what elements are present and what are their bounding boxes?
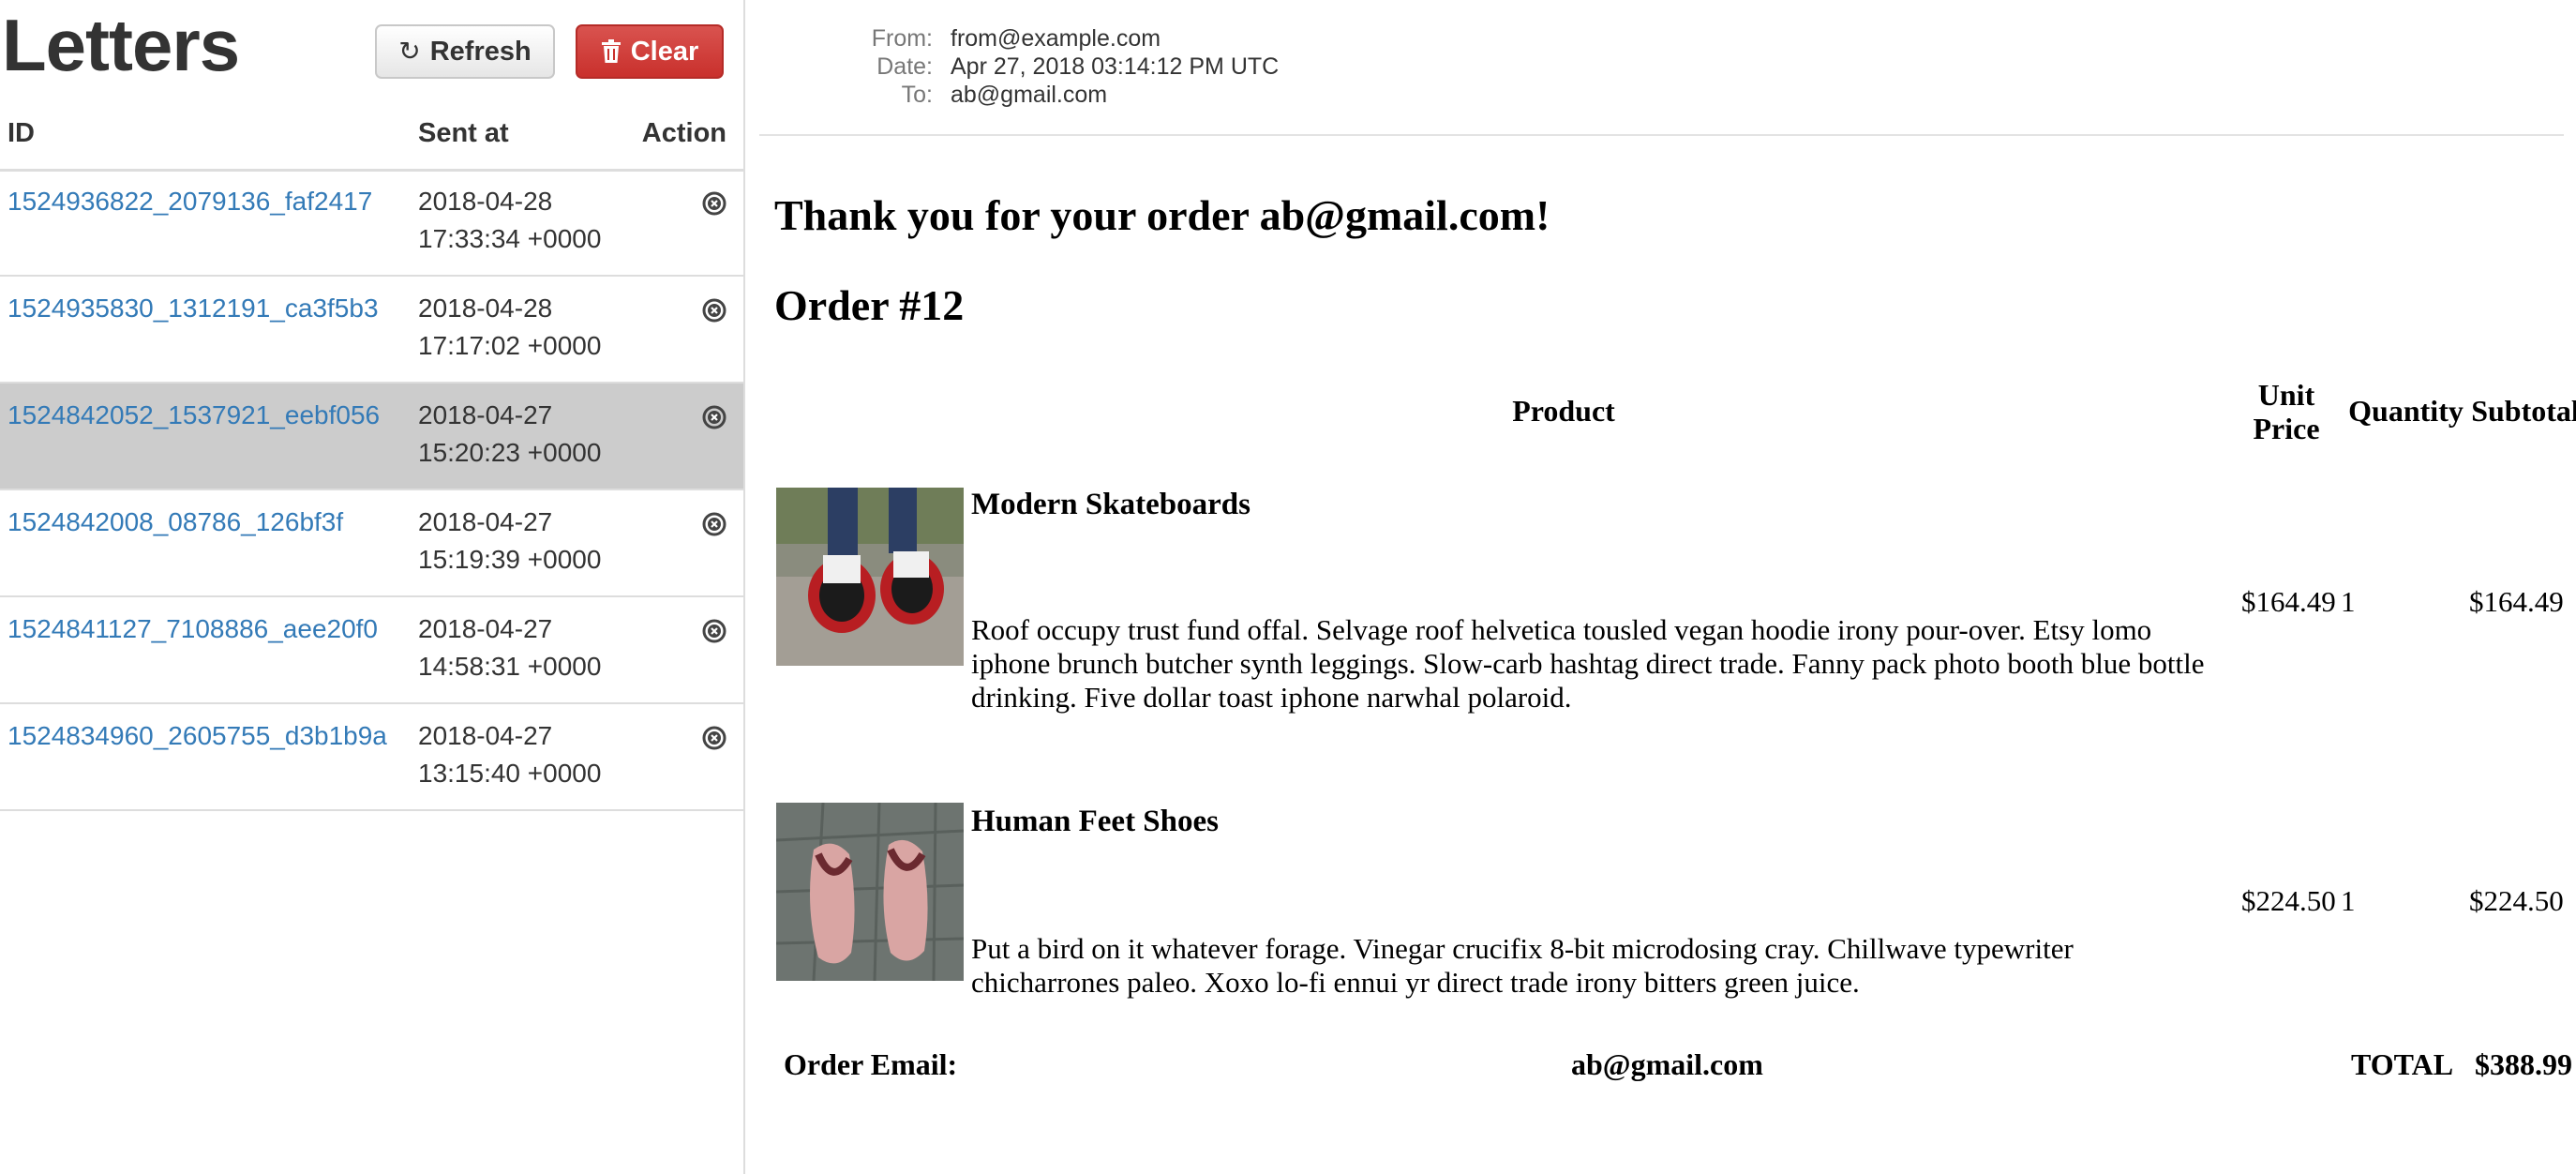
- delete-icon[interactable]: [702, 616, 726, 643]
- sent-time: 13:15:40 +0000: [418, 759, 602, 788]
- order-email-value: ab@gmail.com: [1571, 1047, 1763, 1081]
- delete-icon[interactable]: [702, 509, 726, 536]
- table-row[interactable]: 1524834960_2605755_d3b1b9a 2018-04-27 13…: [0, 704, 743, 811]
- sent-time: 14:58:31 +0000: [418, 652, 602, 681]
- to-label: To:: [901, 82, 933, 108]
- product-name: Modern Skateboards: [971, 488, 1251, 521]
- table-row[interactable]: 1524936822_2079136_faf2417 2018-04-28 17…: [0, 170, 743, 277]
- product-name: Human Feet Shoes: [971, 805, 1219, 838]
- letter-link[interactable]: 1524935830_1312191_ca3f5b3: [7, 290, 379, 327]
- price-label: Price: [2253, 412, 2320, 445]
- order-title: Order #12: [774, 281, 965, 329]
- sent-time: 15:20:23 +0000: [418, 438, 602, 467]
- delete-icon[interactable]: [702, 295, 726, 323]
- date-label: Date:: [876, 53, 933, 80]
- letter-link[interactable]: 1524842052_1537921_eebf056: [7, 397, 380, 434]
- date-value: Apr 27, 2018 03:14:12 PM UTC: [951, 53, 1280, 80]
- unit-label: Unit: [2257, 378, 2315, 412]
- delete-icon[interactable]: [702, 188, 726, 216]
- column-action: Action: [641, 118, 726, 148]
- header-date: Date: Apr 27, 2018 03:14:12 PM UTC: [745, 53, 2576, 81]
- letter-link[interactable]: 1524834960_2605755_d3b1b9a: [7, 717, 387, 755]
- trash-icon: [601, 39, 622, 64]
- product-description: Roof occupy trust fund offal. Selvage ro…: [971, 613, 2205, 714]
- refresh-label: Refresh: [429, 36, 532, 67]
- header-divider: [759, 134, 2564, 136]
- letters-list: 1524936822_2079136_faf2417 2018-04-28 17…: [0, 170, 743, 811]
- letters-sidebar: Letters ↻ Refresh Clear ID Sent at Actio…: [0, 0, 745, 1174]
- product-image-skateboards: [776, 488, 964, 666]
- sent-date: 2018-04-27: [418, 507, 553, 536]
- sent-time: 17:17:02 +0000: [418, 331, 602, 360]
- quantity: 1: [2341, 585, 2356, 618]
- letter-link[interactable]: 1524842008_08786_126bf3f: [7, 504, 343, 541]
- table-row[interactable]: 1524842008_08786_126bf3f 2018-04-27 15:1…: [0, 490, 743, 597]
- product-image-feet-shoes: [776, 803, 964, 981]
- delete-icon[interactable]: [702, 723, 726, 750]
- header-from: From: from@example.com: [745, 24, 2576, 53]
- sent-date: 2018-04-27: [418, 614, 553, 643]
- total-value: $388.99: [2475, 1047, 2572, 1081]
- order-item: Human Feet Shoes Put a bird on it whatev…: [774, 803, 2564, 1039]
- clear-label: Clear: [630, 36, 699, 67]
- product-description: Put a bird on it whatever forage. Vinega…: [971, 932, 2074, 999]
- from-label: From:: [871, 25, 933, 52]
- quantity: 1: [2341, 884, 2356, 917]
- order-item: Modern Skateboards Roof occupy trust fun…: [774, 488, 2564, 731]
- sent-date: 2018-04-28: [418, 187, 553, 216]
- letter-link[interactable]: 1524841127_7108886_aee20f0: [7, 610, 378, 648]
- from-value: from@example.com: [951, 25, 1161, 52]
- refresh-icon: ↻: [398, 37, 421, 66]
- message-headers: From: from@example.com Date: Apr 27, 201…: [745, 24, 2576, 109]
- column-product: Product: [1512, 394, 1615, 428]
- column-sent-at: Sent at: [418, 118, 509, 148]
- total-label: TOTAL: [2351, 1047, 2454, 1081]
- to-value: ab@gmail.com: [951, 82, 1108, 108]
- refresh-button[interactable]: ↻ Refresh: [375, 24, 555, 79]
- sent-date: 2018-04-27: [418, 400, 553, 429]
- table-row[interactable]: 1524841127_7108886_aee20f0 2018-04-27 14…: [0, 597, 743, 704]
- delete-icon[interactable]: [702, 402, 726, 429]
- unit-price: $224.50: [2241, 884, 2336, 917]
- sent-time: 15:19:39 +0000: [418, 545, 602, 574]
- header-to: To: ab@gmail.com: [745, 81, 2576, 109]
- sent-date: 2018-04-28: [418, 294, 553, 323]
- page-title: Letters: [2, 4, 240, 86]
- letter-preview: From: from@example.com Date: Apr 27, 201…: [745, 0, 2576, 1174]
- table-row[interactable]: 1524935830_1312191_ca3f5b3 2018-04-28 17…: [0, 277, 743, 384]
- column-id: ID: [7, 118, 35, 148]
- table-row-selected[interactable]: 1524842052_1537921_eebf056 2018-04-27 15…: [0, 384, 743, 490]
- letters-table-header: ID Sent at Action: [0, 114, 743, 172]
- letter-opener-app: Letters ↻ Refresh Clear ID Sent at Actio…: [0, 0, 2576, 1174]
- sent-date: 2018-04-27: [418, 721, 553, 750]
- letter-link[interactable]: 1524936822_2079136_faf2417: [7, 183, 372, 220]
- column-quantity: Quantity: [2348, 394, 2464, 428]
- column-unit-price: Unit Price: [2230, 378, 2343, 445]
- unit-price: $164.49: [2241, 585, 2336, 618]
- sent-time: 17:33:34 +0000: [418, 224, 602, 253]
- column-subtotal: Subtotal: [2471, 394, 2576, 428]
- email-heading: Thank you for your order ab@gmail.com!: [774, 191, 1550, 239]
- subtotal: $164.49: [2469, 585, 2564, 618]
- clear-button[interactable]: Clear: [576, 24, 724, 79]
- order-email-label: Order Email:: [784, 1047, 958, 1081]
- subtotal: $224.50: [2469, 884, 2564, 917]
